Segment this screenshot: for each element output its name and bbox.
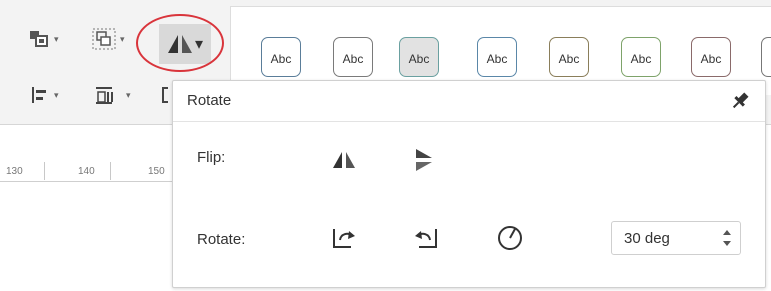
flip-horizontal-button[interactable] bbox=[329, 145, 359, 175]
rotation-angle-input[interactable] bbox=[624, 230, 708, 247]
chevron-down-icon: ▾ bbox=[126, 89, 131, 100]
rotate-left-icon bbox=[333, 229, 355, 248]
style-swatch[interactable]: Abc bbox=[621, 37, 661, 77]
chevron-down-icon: ▾ bbox=[54, 33, 59, 44]
flip-horizontal-icon bbox=[333, 152, 355, 168]
chevron-down-icon: ▾ bbox=[194, 36, 204, 53]
rotate-angle-icon bbox=[498, 226, 522, 250]
ruler-baseline bbox=[0, 181, 180, 182]
pin-icon bbox=[732, 92, 749, 109]
arrange-icon bbox=[30, 31, 48, 47]
rotate-panel: Rotate Flip: Rotate: bbox=[172, 80, 766, 288]
horizontal-ruler: 130 140 150 bbox=[0, 162, 180, 188]
panel-title: Rotate bbox=[187, 92, 232, 109]
size-icon bbox=[162, 87, 168, 103]
style-swatch[interactable]: Abc bbox=[549, 37, 589, 77]
flip-label: Flip: bbox=[197, 149, 226, 166]
size-dropdown[interactable] bbox=[160, 82, 170, 108]
distribute-icon bbox=[96, 87, 113, 104]
rotate-right-icon bbox=[415, 229, 437, 248]
flip-vertical-icon bbox=[416, 149, 432, 171]
flip-vertical-button[interactable] bbox=[409, 145, 439, 175]
flip-icon bbox=[167, 35, 192, 53]
ruler-label: 130 bbox=[6, 166, 23, 177]
ruler-tick bbox=[110, 162, 111, 180]
style-swatch-selected[interactable]: Abc bbox=[399, 37, 439, 77]
chevron-down-icon: ▾ bbox=[54, 89, 59, 100]
spinner-icon[interactable] bbox=[722, 227, 732, 249]
style-swatch[interactable]: Abc bbox=[477, 37, 517, 77]
flip-rotate-dropdown[interactable]: ▾ bbox=[159, 24, 211, 64]
rotate-angle-button[interactable] bbox=[495, 223, 525, 253]
align-left-icon bbox=[32, 87, 46, 103]
rotate-label: Rotate: bbox=[197, 231, 246, 248]
align-dropdown[interactable]: ▾ bbox=[30, 82, 59, 108]
chevron-down-icon: ▾ bbox=[120, 33, 125, 44]
ruler-label: 140 bbox=[78, 166, 95, 177]
ruler-tick bbox=[44, 162, 45, 180]
style-swatch[interactable]: Abc bbox=[333, 37, 373, 77]
rotation-angle-field[interactable] bbox=[611, 221, 741, 255]
arrange-dropdown[interactable]: ▾ bbox=[28, 26, 59, 52]
group-dropdown[interactable]: ▾ bbox=[92, 26, 125, 52]
style-swatch[interactable]: Abc bbox=[261, 37, 301, 77]
rotate-left-button[interactable] bbox=[329, 223, 359, 253]
rotate-right-button[interactable] bbox=[411, 223, 441, 253]
ruler-label: 150 bbox=[148, 166, 165, 177]
panel-header: Rotate bbox=[173, 81, 765, 122]
pin-button[interactable] bbox=[729, 90, 751, 112]
style-swatch-partial[interactable] bbox=[761, 37, 771, 77]
distribute-dropdown[interactable]: ▾ bbox=[94, 82, 131, 108]
style-swatch[interactable]: Abc bbox=[691, 37, 731, 77]
group-icon bbox=[92, 28, 116, 50]
